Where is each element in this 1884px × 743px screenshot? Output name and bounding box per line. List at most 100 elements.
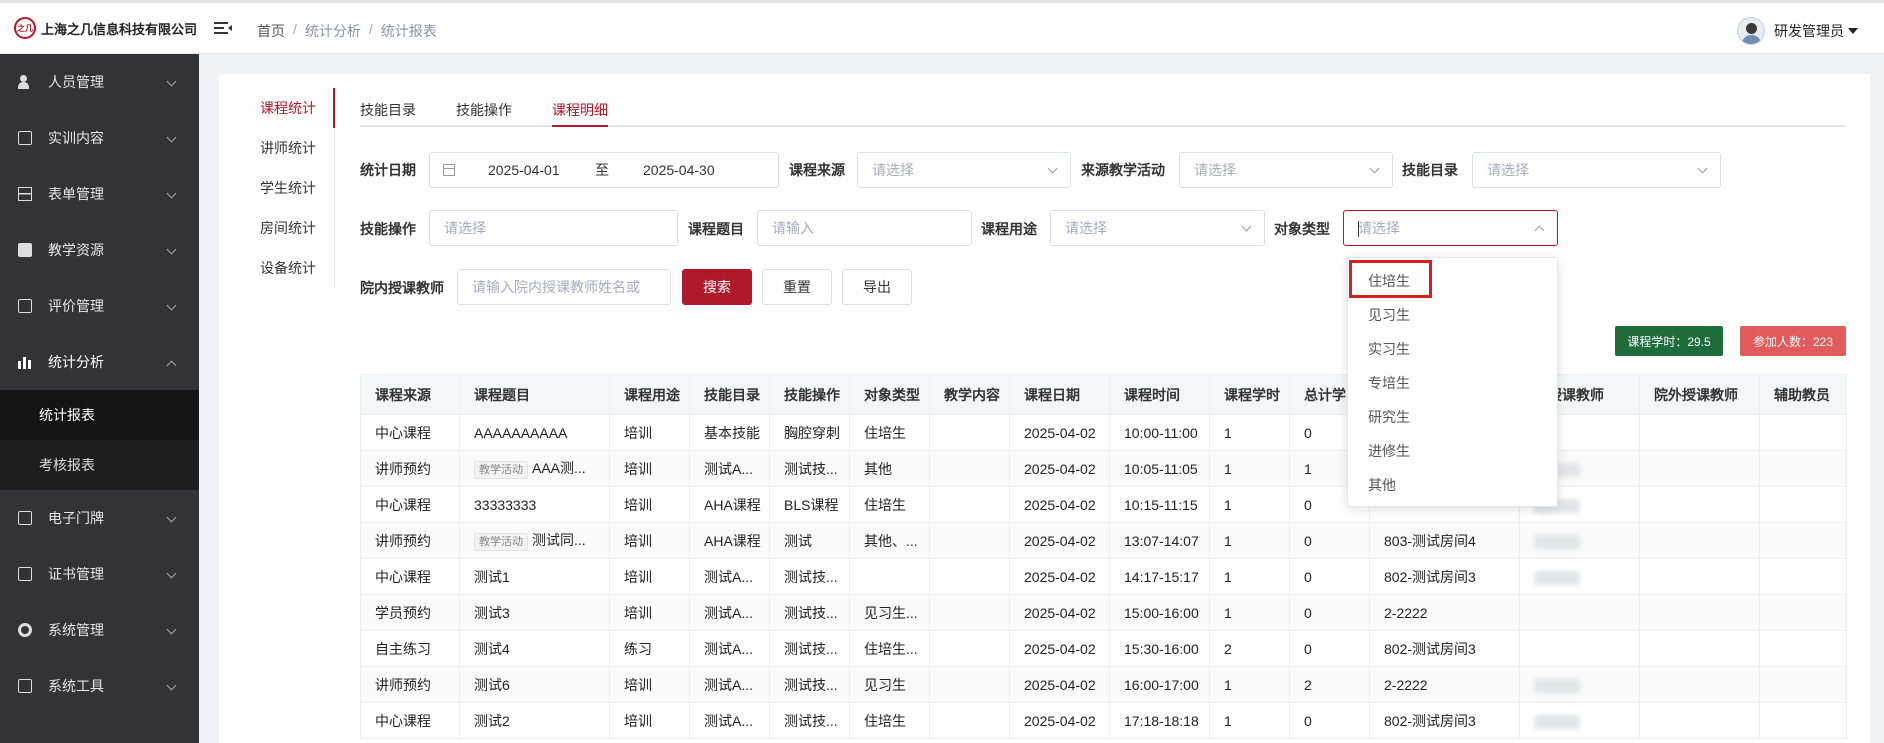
certificate-icon	[18, 567, 32, 581]
sidebar-item-resources[interactable]: 教学资源	[0, 222, 199, 278]
sidebar-item-system[interactable]: 系统管理	[0, 602, 199, 658]
column-header[interactable]: 课程日期	[1009, 374, 1110, 415]
source-select[interactable]: 请选择	[857, 152, 1071, 188]
tab-course-detail[interactable]: 课程明细	[552, 86, 608, 127]
skill-operation-select[interactable]: 请选择	[429, 210, 678, 246]
table-cell-content	[929, 414, 1010, 451]
column-header[interactable]: 技能目录	[689, 374, 770, 415]
table-row[interactable]: 讲师预约 测试6 培训 测试A... 测试技... 见习生 2025-04-02 16:00-…	[360, 666, 1847, 703]
skill-directory-select[interactable]: 请选择	[1472, 152, 1721, 188]
table-cell-dir: 测试A...	[689, 702, 770, 739]
dropdown-option-intern[interactable]: 实习生	[1348, 332, 1557, 366]
table-cell-aux	[1759, 414, 1847, 451]
subnav-device-stats[interactable]: 设备统计	[219, 248, 334, 288]
table-cell-usage: 培训	[609, 702, 690, 739]
table-row[interactable]: 学员预约 测试3 培训 测试A... 测试技... 见习生... 2025-04-02 15:…	[360, 594, 1847, 631]
table-cell-source: 中心课程	[360, 558, 460, 595]
redacted-name	[1534, 678, 1580, 693]
caret-down-icon[interactable]	[1848, 28, 1858, 34]
sidebar-item-forms[interactable]: 表单管理	[0, 166, 199, 222]
column-header[interactable]: 课程来源	[360, 374, 460, 415]
top-header: 之几 上海之几信息科技有限公司 首页 / 统计分析 / 统计报表 研发管理员	[0, 0, 1884, 54]
company-logo[interactable]: 之几 上海之几信息科技有限公司	[14, 17, 197, 39]
breadcrumb-home[interactable]: 首页	[257, 21, 285, 41]
dropdown-option-observer[interactable]: 见习生	[1348, 298, 1557, 332]
date-start[interactable]: 2025-04-01	[488, 153, 560, 187]
table-cell-ext	[1639, 630, 1760, 667]
chevron-down-icon	[166, 244, 177, 255]
column-header[interactable]: 对象类型	[849, 374, 930, 415]
sidebar-item-label: 系统管理	[48, 622, 104, 638]
table-cell-usage: 培训	[609, 450, 690, 487]
sidebar-item-tools[interactable]: 系统工具	[0, 658, 199, 714]
table-row[interactable]: 自主练习 测试4 练习 测试A... 测试技... 住培生... 2025-04-02 15:…	[360, 630, 1847, 667]
table-cell-usage: 培训	[609, 522, 690, 559]
column-header[interactable]: 课程时间	[1109, 374, 1210, 415]
sidebar-item-personnel[interactable]: 人员管理	[0, 54, 199, 110]
topic-text: 测试同...	[532, 532, 586, 548]
subnav-course-stats[interactable]: 课程统计	[219, 88, 335, 128]
reset-button[interactable]: 重置	[762, 269, 832, 305]
dropdown-option-specialist[interactable]: 专培生	[1348, 366, 1557, 400]
table-row[interactable]: 中心课程 33333333 培训 AHA课程 BLS课程 住培生 2025-04-02 10:…	[360, 486, 1847, 523]
subnav-student-stats[interactable]: 学生统计	[219, 168, 334, 208]
chevron-down-icon	[166, 300, 177, 311]
table-cell-topic: 测试3	[459, 594, 610, 631]
table-cell-ext	[1639, 702, 1760, 739]
table-cell-source: 自主练习	[360, 630, 460, 667]
skill-directory-placeholder: 请选择	[1487, 162, 1529, 178]
tab-skill-directory[interactable]: 技能目录	[360, 86, 416, 127]
table-row[interactable]: 中心课程 AAAAAAAAAA 培训 基本技能 胸腔穿刺 住培生 2025-04-02 10:…	[360, 414, 1847, 451]
menu-fold-icon[interactable]	[214, 20, 232, 36]
sidebar-item-doorplate[interactable]: 电子门牌	[0, 490, 199, 546]
subnav-lecturer-stats[interactable]: 讲师统计	[219, 128, 334, 168]
sidebar-item-label: 教学资源	[48, 242, 104, 258]
search-button[interactable]: 搜索	[682, 269, 752, 305]
dropdown-option-advanced[interactable]: 进修生	[1348, 434, 1557, 468]
column-header[interactable]: 辅助教员	[1759, 374, 1847, 415]
usage-select[interactable]: 请选择	[1050, 210, 1265, 246]
sidebar-item-training[interactable]: 实训内容	[0, 110, 199, 166]
column-header[interactable]: 课程题目	[459, 374, 610, 415]
dropdown-option-graduate[interactable]: 研究生	[1348, 400, 1557, 434]
column-header[interactable]: 教学内容	[929, 374, 1010, 415]
sidebar-item-certificates[interactable]: 证书管理	[0, 546, 199, 602]
table-cell-source: 中心课程	[360, 414, 460, 451]
column-header[interactable]: 课程学时	[1209, 374, 1290, 415]
dropdown-option-other[interactable]: 其他	[1348, 468, 1557, 502]
column-header[interactable]: 院外授课教师	[1639, 374, 1760, 415]
table-cell-content	[929, 594, 1010, 631]
subnav-room-stats[interactable]: 房间统计	[219, 208, 334, 248]
teacher-input[interactable]: 请输入院内授课教师姓名或	[457, 269, 671, 305]
breadcrumb-statistics[interactable]: 统计分析	[305, 21, 361, 41]
tab-skill-operation[interactable]: 技能操作	[456, 86, 512, 127]
avatar[interactable]	[1737, 17, 1765, 45]
user-name[interactable]: 研发管理员	[1774, 21, 1844, 41]
table-cell-total: 0	[1289, 630, 1370, 667]
table-cell-dir: 测试A...	[689, 450, 770, 487]
table-row[interactable]: 讲师预约 教学活动 AAA测... 培训 测试A... 测试技... 其他 2025-04-0…	[360, 450, 1847, 487]
sidebar-subitem-report[interactable]: 统计报表	[0, 390, 199, 440]
target-select[interactable]: 请选择	[1343, 210, 1558, 246]
chevron-down-icon	[166, 624, 177, 635]
activity-select[interactable]: 请选择	[1179, 152, 1393, 188]
date-end[interactable]: 2025-04-30	[643, 153, 715, 187]
table-cell-ext	[1639, 594, 1760, 631]
table-cell-source: 学员预约	[360, 594, 460, 631]
topic-input[interactable]: 请输入	[757, 210, 972, 246]
sidebar-item-evaluation[interactable]: 评价管理	[0, 278, 199, 334]
user-menu[interactable]: 研发管理员	[1737, 17, 1858, 45]
table-cell-op: 测试技...	[769, 666, 850, 703]
table-row[interactable]: 讲师预约 教学活动 测试同... 培训 AHA课程 测试 其他、... 2025-04-02 1…	[360, 522, 1847, 559]
table-row[interactable]: 中心课程 测试2 培训 测试A... 测试技... 住培生 2025-04-02 17:18-…	[360, 702, 1847, 739]
redacted-name	[1534, 714, 1580, 729]
column-header[interactable]: 课程用途	[609, 374, 690, 415]
table-row[interactable]: 中心课程 测试1 培训 测试A... 测试技... 2025-04-02 14:17-15:…	[360, 558, 1847, 595]
sidebar-item-statistics[interactable]: 统计分析	[0, 334, 199, 390]
column-header[interactable]: 技能操作	[769, 374, 850, 415]
skill-operation-placeholder: 请选择	[444, 220, 486, 236]
sidebar-subitem-assessment[interactable]: 考核报表	[0, 440, 199, 490]
export-button[interactable]: 导出	[842, 269, 912, 305]
date-range-picker[interactable]: 2025-04-01 至 2025-04-30	[429, 152, 779, 188]
chevron-down-icon	[1697, 163, 1708, 174]
